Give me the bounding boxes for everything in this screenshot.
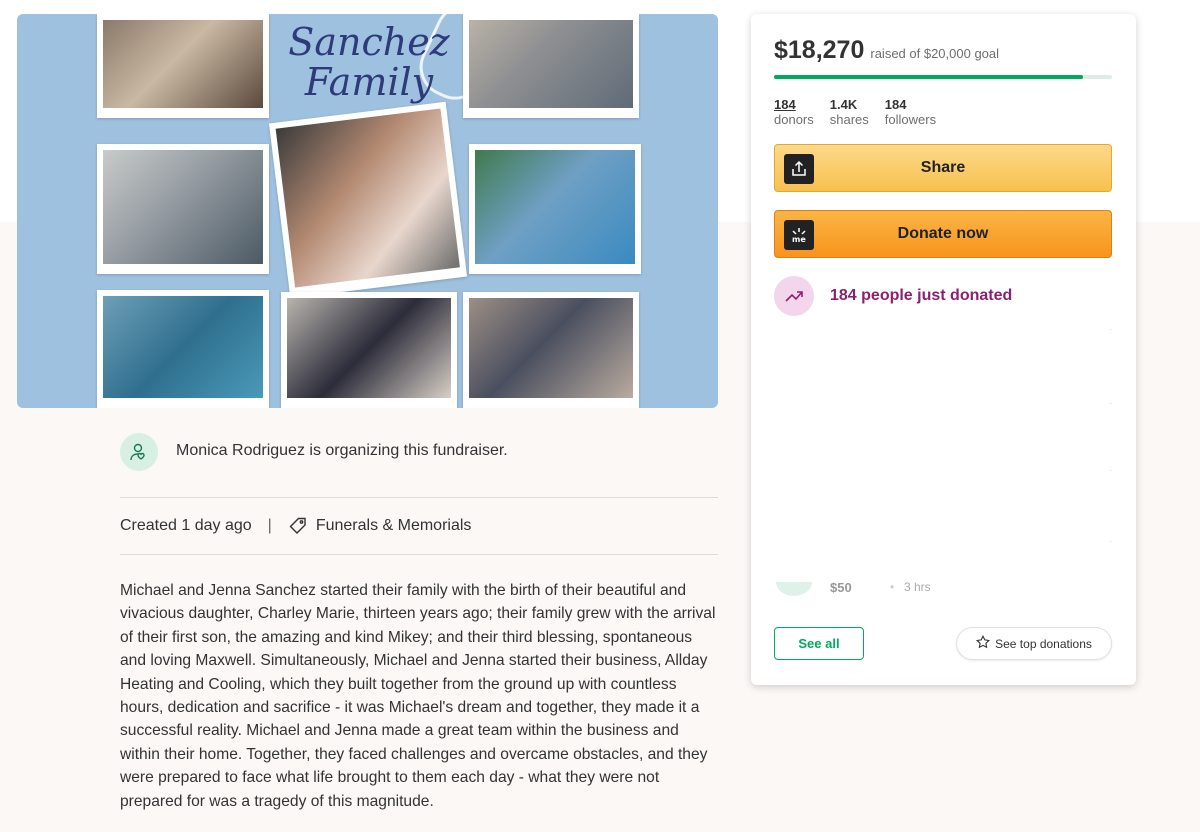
share-button[interactable]: Share	[774, 144, 1112, 192]
donate-now-button[interactable]: me Donate now	[774, 210, 1112, 258]
divider-top	[120, 497, 718, 498]
meta-separator: |	[267, 517, 272, 534]
campaign-meta-row: Created 1 day ago | Funerals & Memorials	[120, 516, 471, 536]
raised-amount: $18,270	[774, 36, 865, 64]
see-all-button[interactable]: See all	[774, 627, 864, 660]
shares-count: 1.4K	[829, 97, 858, 112]
donor-avatar	[776, 582, 812, 596]
list-marker	[1109, 470, 1112, 471]
list-marker	[1109, 541, 1112, 542]
see-top-donations-button[interactable]: See top donations	[956, 627, 1112, 660]
donate-button-label: Donate now	[897, 225, 989, 242]
organizer-text: Monica Rodriguez is organizing this fund…	[176, 442, 508, 459]
stat-donors[interactable]: 184 donors	[774, 97, 814, 127]
collage-title: Sanchez Family	[288, 20, 450, 104]
photo-driveway	[97, 144, 269, 274]
list-marker	[1109, 329, 1112, 330]
story-text: Michael and Jenna Sanchez started their …	[120, 582, 716, 810]
photo-family-home	[463, 292, 639, 408]
list-marker	[1109, 403, 1112, 404]
photo-father-son	[97, 14, 269, 118]
hero-collage-image: Sanchez Family	[17, 14, 718, 408]
category-link[interactable]: Funerals & Memorials	[316, 517, 472, 535]
progress-bar-fill	[774, 75, 1083, 79]
stat-shares: 1.4K shares	[830, 97, 869, 127]
amount-row: $18,270 raised of $20,000 goal	[774, 36, 999, 65]
stat-followers: 184 followers	[885, 97, 936, 127]
star-icon	[976, 634, 991, 652]
photo-pool-fun	[469, 144, 641, 274]
trending-text: 184 people just donated	[830, 287, 1013, 304]
donation-amount: $50	[830, 582, 852, 595]
top-donations-label: See top donations	[995, 636, 1092, 651]
shares-label: shares	[829, 112, 869, 127]
donation-dot: •	[890, 582, 895, 594]
photo-family-selfie	[268, 101, 468, 299]
gofundme-logo-icon: me	[784, 220, 814, 250]
divider-bottom	[120, 554, 718, 555]
donation-time: 3 hrs	[904, 582, 931, 594]
share-upload-icon	[784, 154, 814, 184]
trending-notice: 184 people just donated	[774, 276, 1012, 316]
svg-text:me: me	[792, 235, 806, 244]
trending-up-icon	[774, 276, 814, 316]
share-button-label: Share	[920, 159, 966, 176]
person-heart-icon	[120, 433, 158, 471]
partial-donation-item: $50 • 3 hrs	[776, 582, 936, 602]
photo-family-front-door	[281, 292, 457, 408]
stats-row: 184 donors 1.4K shares 184 followers	[774, 97, 936, 127]
progress-bar	[774, 75, 1112, 79]
goal-text: raised of $20,000 goal	[870, 46, 1000, 61]
followers-count: 184	[884, 97, 907, 112]
photo-swimming-pool	[97, 290, 269, 408]
followers-label: followers	[884, 112, 937, 127]
donors-count[interactable]: 184	[774, 97, 814, 112]
donors-label: donors	[774, 112, 814, 127]
tag-icon	[288, 516, 308, 536]
created-date: Created 1 day ago	[120, 517, 252, 534]
photo-pool-edge	[463, 14, 639, 118]
donation-card: $18,270 raised of $20,000 goal 184 donor…	[751, 14, 1136, 685]
